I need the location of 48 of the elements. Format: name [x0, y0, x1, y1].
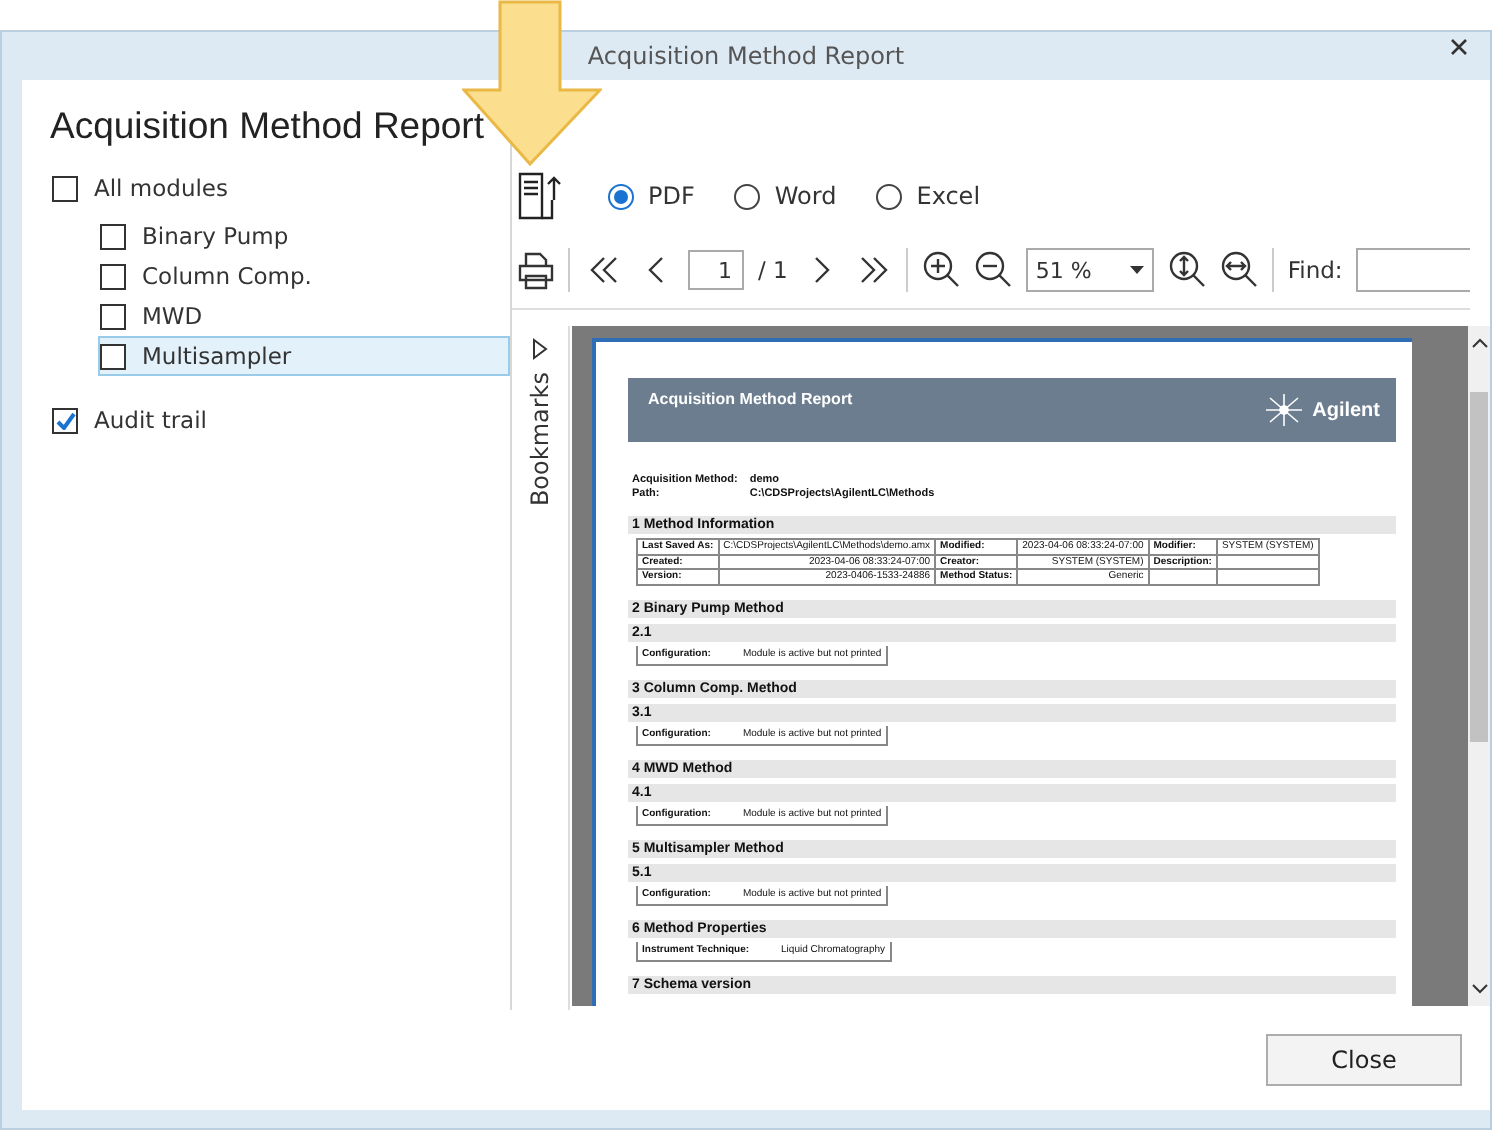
export-document-icon[interactable]	[516, 168, 564, 224]
find-label: Find:	[1287, 256, 1343, 284]
module-list-item[interactable]: MWD	[98, 296, 510, 336]
scroll-down-icon	[1471, 984, 1487, 994]
print-icon[interactable]	[516, 250, 554, 290]
close-dialog-button[interactable]: Close	[1266, 1034, 1462, 1086]
radio-label: PDF	[648, 182, 695, 210]
radio-button[interactable]	[608, 183, 634, 209]
radio-label: Word	[774, 182, 837, 210]
checkbox-label: Binary Pump	[142, 222, 289, 250]
checkbox[interactable]	[52, 175, 78, 201]
checkbox-label: MWD	[142, 302, 203, 330]
close-icon	[1450, 38, 1468, 56]
checkbox-label: All modules	[94, 174, 229, 202]
window-title: Acquisition Method Report	[587, 42, 905, 70]
module-list-item[interactable]: Binary Pump	[98, 216, 510, 256]
module-list-item[interactable]: Multisampler	[98, 336, 510, 376]
checkbox[interactable]	[100, 303, 126, 329]
dialog-heading: Acquisition Method Report	[50, 104, 486, 148]
page-number-field[interactable]: 1	[688, 250, 744, 290]
zoom-out-icon[interactable]	[973, 250, 1012, 290]
bookmarks-tab[interactable]: Bookmarks	[526, 372, 554, 507]
module-list-item[interactable]: Column Comp.	[98, 256, 510, 296]
page-count: / 1	[758, 256, 788, 284]
radio-button[interactable]	[734, 183, 761, 209]
checkbox[interactable]	[100, 263, 126, 289]
scroll-up-icon	[1471, 338, 1487, 348]
report-title: Acquisition Method Report	[648, 390, 853, 411]
scroll-thumb[interactable]	[1470, 391, 1488, 741]
scrollbar[interactable]	[1468, 326, 1490, 1006]
radio-label: Excel	[916, 182, 981, 210]
zoom-in-icon[interactable]	[921, 250, 960, 290]
dropdown-caret-icon	[1129, 266, 1144, 274]
fit-width-icon[interactable]	[1219, 250, 1258, 290]
expand-triangle-icon[interactable]	[532, 338, 548, 360]
fit-height-icon[interactable]	[1167, 250, 1206, 290]
checkbox-label: Column Comp.	[142, 262, 312, 290]
radio-button[interactable]	[876, 183, 903, 209]
checkmark-icon	[55, 411, 75, 429]
checkbox[interactable]	[52, 407, 78, 433]
find-field[interactable]	[1356, 248, 1470, 292]
logo-text: Agilent	[1312, 397, 1380, 423]
checkbox-label: Audit trail	[94, 406, 207, 434]
checkbox[interactable]	[100, 223, 126, 249]
checkbox-label: Multisampler	[142, 342, 292, 370]
zoom-dropdown[interactable]: 51 %	[1025, 248, 1154, 292]
spark-logo-icon	[1262, 392, 1307, 428]
checkbox[interactable]	[100, 343, 126, 369]
